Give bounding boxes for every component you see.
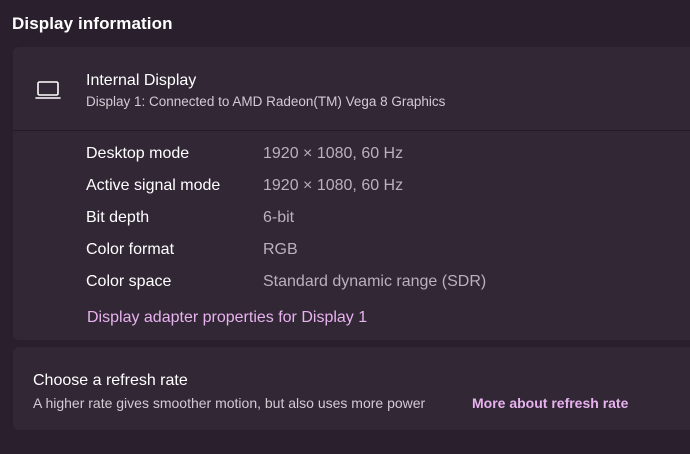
property-label: Desktop mode <box>86 145 190 162</box>
property-value: RGB <box>263 241 298 258</box>
property-value: 1920 × 1080, 60 Hz <box>263 177 404 194</box>
refresh-rate-description: A higher rate gives smoother motion, but… <box>33 395 426 411</box>
property-label: Bit depth <box>86 209 150 226</box>
display-adapter-properties-link[interactable]: Display adapter properties for Display 1 <box>87 309 367 327</box>
laptop-icon <box>35 80 61 100</box>
refresh-rate-title: Choose a refresh rate <box>33 372 188 389</box>
display-info-card: Internal Display Display 1: Connected to… <box>13 47 690 340</box>
property-label: Active signal mode <box>86 177 221 194</box>
display-name: Internal Display <box>86 72 197 89</box>
more-about-refresh-rate-link[interactable]: More about refresh rate <box>472 395 628 411</box>
display-subtitle: Display 1: Connected to AMD Radeon(TM) V… <box>86 94 446 109</box>
property-value: Standard dynamic range (SDR) <box>263 273 487 290</box>
property-label: Color format <box>86 241 175 258</box>
property-label: Color space <box>86 273 172 290</box>
section-title: Display information <box>12 14 173 33</box>
refresh-rate-card[interactable]: Choose a refresh rate A higher rate give… <box>13 347 690 430</box>
display-header: Internal Display Display 1: Connected to… <box>13 47 690 131</box>
property-value: 1920 × 1080, 60 Hz <box>263 145 404 162</box>
property-value: 6-bit <box>263 209 295 226</box>
